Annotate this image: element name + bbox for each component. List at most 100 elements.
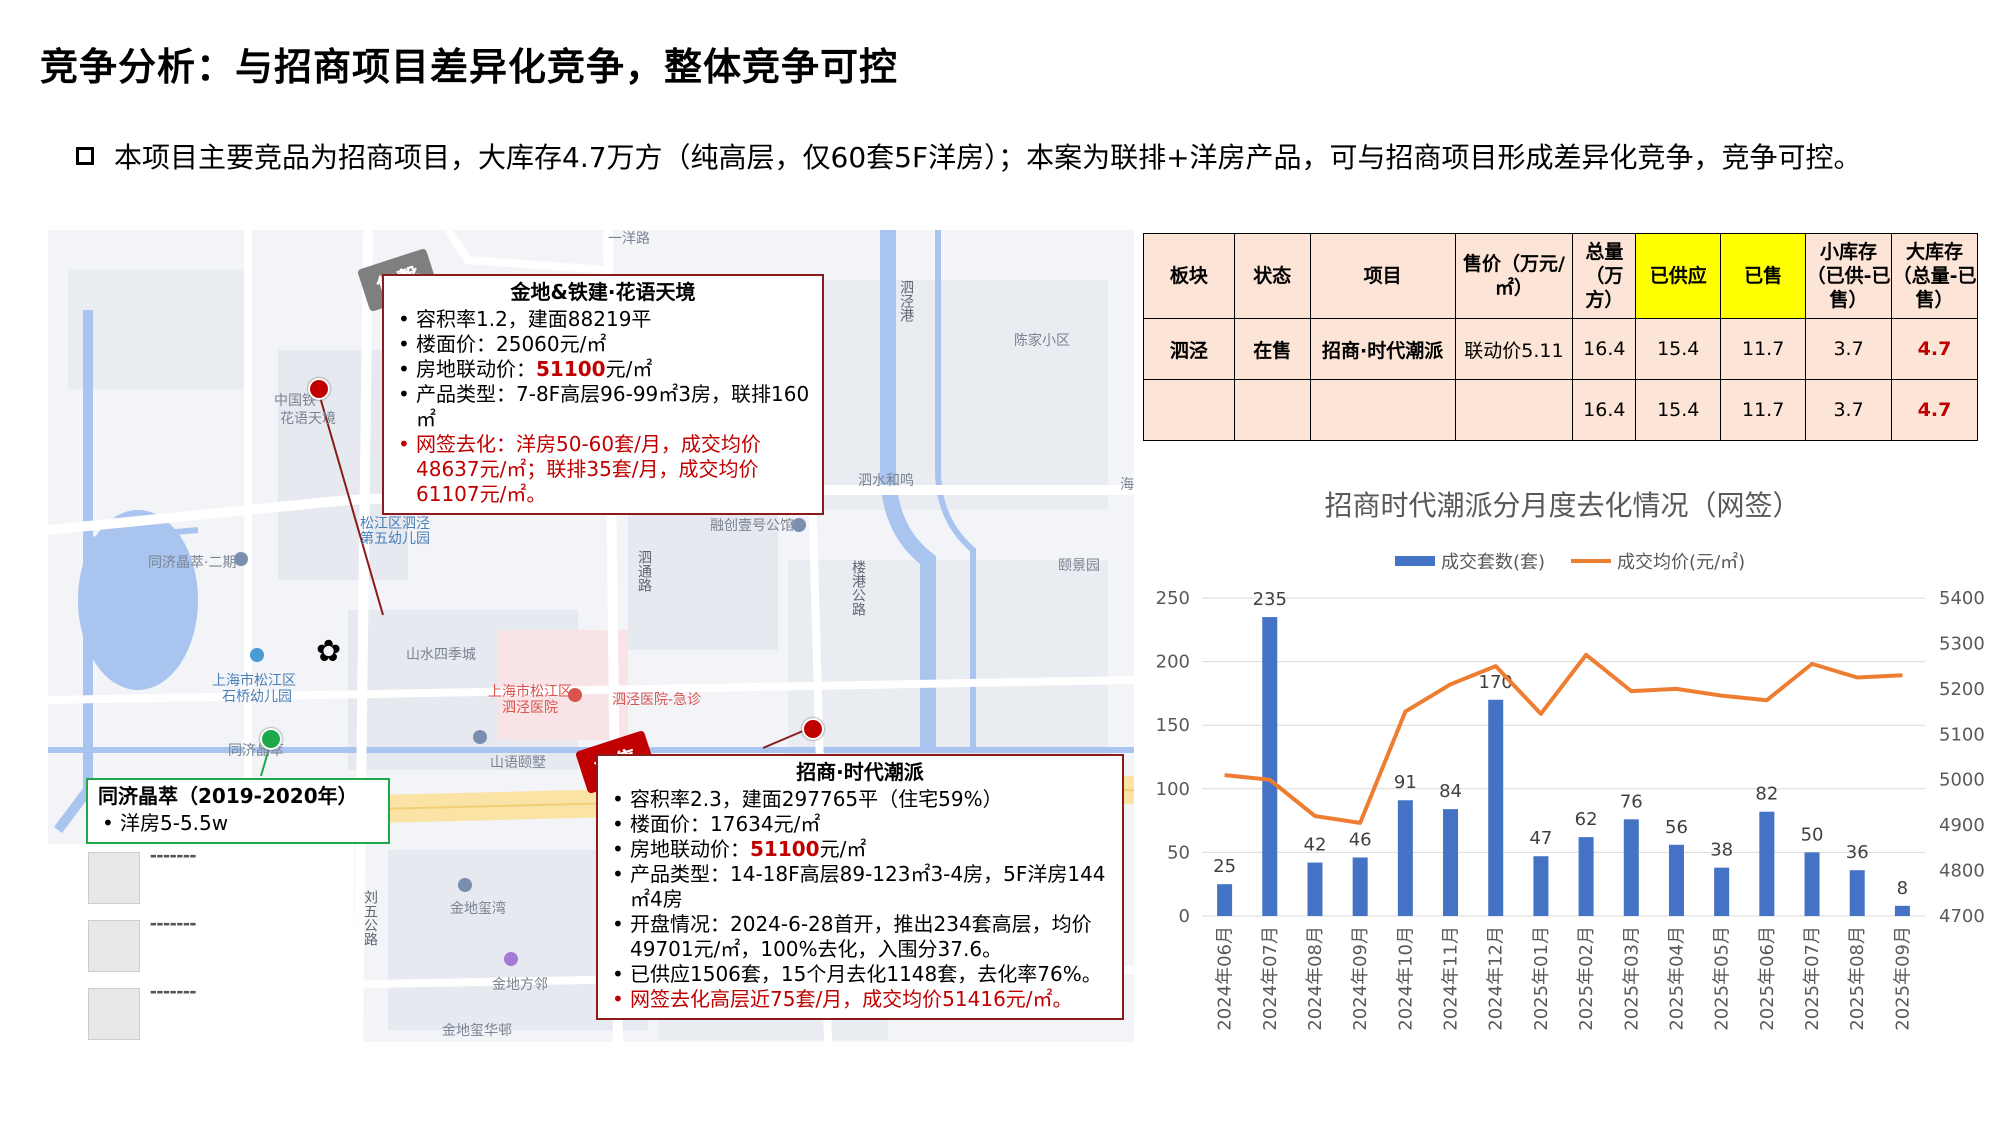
callout-jindi: 金地&铁建·花语天境 容积率1.2，建面88219平 楼面价：25060元/㎡ … (382, 274, 824, 515)
table-cell: 3.7 (1805, 379, 1893, 441)
y-right-tick-label: 47000 (1939, 906, 1985, 927)
table-cell (1454, 379, 1574, 441)
table-row: 泗泾 在售 招商·时代潮派 联动价5.11 16.4 15.4 11.7 3.7… (1143, 318, 1978, 380)
poi-icon[interactable] (234, 552, 248, 566)
x-tick-label: 2025年04月 (1666, 926, 1687, 1031)
bar-data-label: 46 (1349, 829, 1372, 850)
bar (1849, 870, 1865, 916)
listing-screenshot: ▬▬▬▬▬▬▬ ▬▬▬▬▬▬▬ ▬▬▬▬▬▬▬ (48, 844, 354, 1044)
poi-icon[interactable] (458, 878, 472, 892)
bar-data-label: 8 (1897, 878, 1908, 899)
table-header-cell: 板块 (1143, 233, 1235, 319)
floorplan-thumbnail (88, 988, 140, 1040)
map-label-road-top: 一洋路 (608, 231, 650, 247)
bar (1397, 800, 1413, 916)
x-tick-label: 2025年01月 (1531, 926, 1552, 1031)
x-tick-label: 2025年07月 (1802, 926, 1823, 1031)
bar-data-label: 62 (1575, 809, 1598, 830)
callout-jindi-product: 产品类型：7-8F高层96-99㎡3房，联排160㎡ (394, 382, 812, 432)
sales-chart: 招商时代潮派分月度去化情况（网签） 成交套数(套) 成交均价(元/㎡) 0 50 1… (1140, 470, 1985, 1050)
hospital-icon[interactable] (568, 688, 582, 702)
bar (1443, 809, 1459, 916)
table-header-cell: 售价（万元/㎡） (1454, 233, 1574, 319)
y-right-tick-label: 52000 (1939, 679, 1985, 700)
site-marker-icon: ✿ (316, 634, 342, 669)
x-tick-label: 2024年08月 (1305, 926, 1326, 1031)
x-tick-label: 2025年08月 (1847, 926, 1868, 1031)
bar (1488, 699, 1504, 916)
callout-jindi-title: 金地&铁建·花语天境 (510, 280, 696, 304)
bar (1894, 905, 1910, 916)
y-right-tick-label: 53000 (1939, 633, 1985, 654)
bar (1714, 867, 1730, 916)
y-left-tick-label: 250 (1156, 588, 1190, 609)
bar-data-label: 38 (1710, 840, 1733, 861)
table-row: 16.4 15.4 11.7 3.7 4.7 (1143, 379, 1978, 441)
map-label-shanshui: 山水四季城 (406, 647, 476, 663)
map-label-chenjia: 陈家小区 (1014, 333, 1070, 349)
x-tick-label: 2024年07月 (1260, 926, 1281, 1031)
square-bullet-icon (76, 147, 94, 165)
callout-zhaoshang-title: 招商·时代潮派 (796, 760, 924, 784)
bar (1352, 857, 1368, 916)
map-label-hospital-line2: 泗泾医院 (502, 700, 558, 716)
map-label-shanyu: 山语颐墅 (490, 755, 546, 771)
x-tick-label: 2024年10月 (1395, 926, 1416, 1031)
table-cell: 招商·时代潮派 (1309, 318, 1456, 380)
listing-row: ▬▬▬▬▬▬▬ (88, 984, 348, 1044)
map-label-sishui: 泗水和鸣 (858, 473, 914, 489)
table-cell: 11.7 (1720, 318, 1807, 380)
bar (1533, 856, 1549, 916)
map-label-rongchuang: 融创壹号公馆 (710, 518, 794, 534)
y-left-tick-label: 0 (1179, 906, 1190, 927)
listing-text-placeholder: ▬▬▬▬▬▬▬ (150, 920, 197, 928)
listing-text-placeholder: ▬▬▬▬▬▬▬ (150, 852, 197, 860)
bar (1623, 819, 1639, 916)
pin-tongji-project[interactable] (260, 728, 282, 750)
table-cell: 4.7 (1891, 318, 1978, 380)
bar-data-label: 82 (1755, 784, 1778, 805)
x-tick-label: 2025年03月 (1621, 926, 1642, 1031)
price-line (1224, 652, 1903, 825)
table-header-cell: 状态 (1233, 233, 1311, 319)
map-label-yijing: 颐景园 (1058, 558, 1100, 574)
callout-tongji-title: 同济晶萃（2019-2020年） (98, 784, 358, 808)
y-right-tick-label: 48000 (1939, 861, 1985, 882)
y-left-tick-label: 200 (1156, 652, 1190, 673)
table-header-cell: 总量（万方） (1572, 233, 1637, 319)
map-label-liuwu-road: 刘五公路 (362, 890, 378, 946)
table-cell: 泗泾 (1143, 318, 1235, 380)
poi-icon[interactable] (792, 518, 806, 532)
x-tick-label: 2024年12月 (1486, 926, 1507, 1031)
poi-icon[interactable] (504, 952, 518, 966)
summary-bullet: 本项目主要竞品为招商项目，大库存4.7万方（纯高层，仅60套5F洋房）；本案为联… (76, 136, 1862, 176)
poi-icon[interactable] (473, 730, 487, 744)
school-icon[interactable] (250, 648, 264, 662)
table-cell: 11.7 (1720, 379, 1807, 441)
callout-zhaoshang-item: 楼面价：17634元/㎡ (608, 812, 1112, 837)
x-tick-label: 2025年09月 (1892, 926, 1913, 1031)
bar (1804, 852, 1820, 916)
bar (1759, 811, 1775, 916)
bar (1262, 617, 1278, 916)
bar-data-label: 42 (1304, 835, 1327, 856)
floorplan-thumbnail (88, 852, 140, 904)
inventory-table: 板块 状态 项目 售价（万元/㎡） 总量（万方） 已供应 已售 小库存（已供-已… (1143, 233, 1978, 441)
table-cell: 3.7 (1805, 318, 1893, 380)
map-label-edge-right: 海 (1120, 477, 1134, 493)
map-label-sitong-road: 泗通路 (636, 550, 652, 592)
callout-zhaoshang: 招商·时代潮派 容积率2.3，建面297765平（住宅59%） 楼面价：1763… (596, 754, 1124, 1020)
pin-zhaoshang-project[interactable] (802, 718, 824, 740)
callout-zhaoshang-item: 容积率2.3，建面297765平（住宅59%） (608, 787, 1112, 812)
bar (1217, 884, 1233, 916)
pin-jindi-project[interactable] (308, 378, 330, 400)
table-cell (1309, 379, 1456, 441)
bar-data-label: 36 (1846, 842, 1869, 863)
callout-zhaoshang-product: 产品类型：14-18F高层89-123㎡3-4房，5F洋房144㎡4房 (608, 862, 1112, 912)
bar-data-label: 50 (1801, 824, 1824, 845)
x-tick-label: 2024年09月 (1350, 926, 1371, 1031)
callout-jindi-linkage: 房地联动价：51100元/㎡ (394, 357, 812, 382)
bar (1307, 862, 1323, 916)
table-cell: 在售 (1233, 318, 1311, 380)
map-label-jindi-wan: 金地玺湾 (450, 901, 506, 917)
